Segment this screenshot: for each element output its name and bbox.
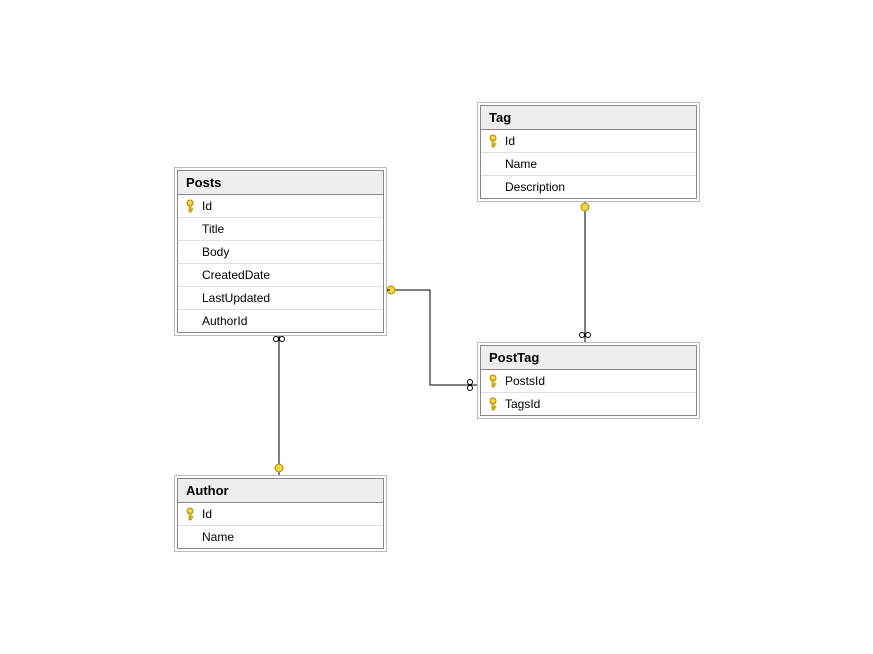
column-row[interactable]: CreatedDate: [178, 264, 383, 287]
column-row[interactable]: Id: [481, 130, 696, 153]
column-name: LastUpdated: [202, 291, 383, 305]
column-row[interactable]: LastUpdated: [178, 287, 383, 310]
entity-header: Tag: [481, 106, 696, 130]
entity-columns: Id Title Body CreatedDate LastUpdated Au…: [178, 195, 383, 332]
column-name: Description: [505, 180, 696, 194]
column-name: PostsId: [505, 374, 696, 388]
column-name: Title: [202, 222, 383, 236]
entity-columns: Id Name Description: [481, 130, 696, 198]
column-row[interactable]: Body: [178, 241, 383, 264]
entity-header: PostTag: [481, 346, 696, 370]
column-name: AuthorId: [202, 314, 383, 328]
column-row[interactable]: AuthorId: [178, 310, 383, 332]
pk-icon: [481, 134, 505, 148]
pk-icon: [481, 397, 505, 411]
entity-header: Author: [178, 479, 383, 503]
column-name: Name: [505, 157, 696, 171]
column-name: CreatedDate: [202, 268, 383, 282]
column-row[interactable]: Name: [481, 153, 696, 176]
entity-columns: Id Name: [178, 503, 383, 548]
entity-posts[interactable]: Posts Id Title Body CreatedDate LastUpda…: [177, 170, 384, 333]
rel-posts-to-posttag: [384, 286, 477, 391]
column-name: Name: [202, 530, 383, 544]
entity-tag[interactable]: Tag Id Name Description: [480, 105, 697, 199]
column-name: Body: [202, 245, 383, 259]
column-row[interactable]: TagsId: [481, 393, 696, 415]
entity-posttag[interactable]: PostTag PostsId TagsId: [480, 345, 697, 416]
column-name: Id: [202, 507, 383, 521]
entity-columns: PostsId TagsId: [481, 370, 696, 415]
pk-icon: [178, 291, 202, 305]
column-name: Id: [505, 134, 696, 148]
column-row[interactable]: Id: [178, 195, 383, 218]
column-name: Id: [202, 199, 383, 213]
pk-icon: [481, 157, 505, 171]
pk-icon: [178, 245, 202, 259]
er-diagram-canvas: { "entities": { "posts": { "title": "Pos…: [0, 0, 873, 654]
column-name: TagsId: [505, 397, 696, 411]
rel-tag-to-posttag: [580, 200, 591, 342]
column-row[interactable]: Name: [178, 526, 383, 548]
column-row[interactable]: Id: [178, 503, 383, 526]
entity-author[interactable]: Author Id Name: [177, 478, 384, 549]
pk-icon: [481, 180, 505, 194]
column-row[interactable]: PostsId: [481, 370, 696, 393]
pk-icon: [481, 374, 505, 388]
pk-icon: [178, 530, 202, 544]
pk-icon: [178, 199, 202, 213]
pk-icon: [178, 507, 202, 521]
relationship-lines: [0, 0, 873, 654]
pk-icon: [178, 222, 202, 236]
pk-icon: [178, 314, 202, 328]
entity-header: Posts: [178, 171, 383, 195]
rel-posts-to-author: [274, 332, 285, 475]
pk-icon: [178, 268, 202, 282]
column-row[interactable]: Description: [481, 176, 696, 198]
column-row[interactable]: Title: [178, 218, 383, 241]
